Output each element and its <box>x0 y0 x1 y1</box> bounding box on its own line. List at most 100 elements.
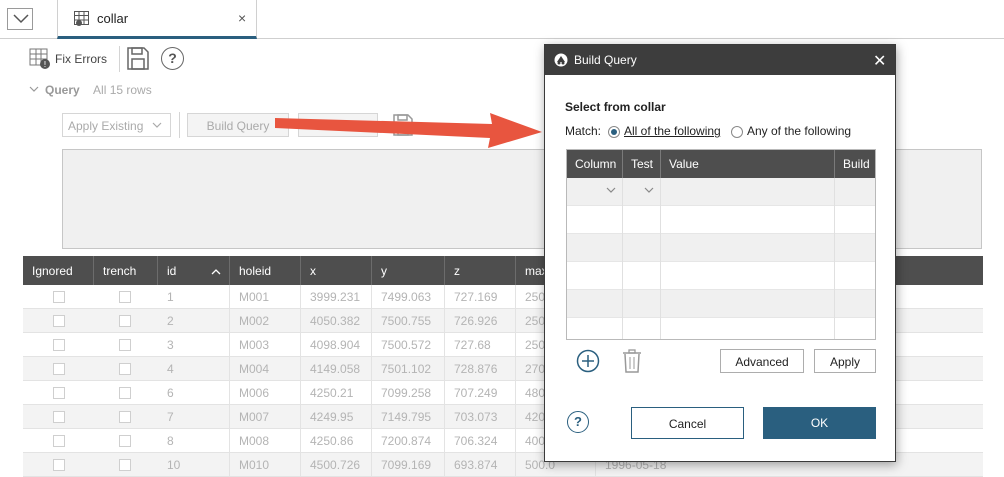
condition-row[interactable] <box>567 206 875 234</box>
test-cell[interactable] <box>623 234 661 262</box>
trench-checkbox[interactable] <box>119 387 131 399</box>
grid-column-header-column: Column <box>567 150 623 178</box>
column-select[interactable] <box>567 178 623 206</box>
build-cell[interactable] <box>835 234 875 262</box>
advanced-button[interactable]: Advanced <box>720 349 804 373</box>
match-all-label[interactable]: All of the following <box>624 124 721 138</box>
cell-id: 3 <box>158 333 230 357</box>
column-header-trench[interactable]: trench <box>94 256 158 285</box>
query-label: Query <box>45 83 80 97</box>
row-count: All 15 rows <box>93 83 152 97</box>
test-cell[interactable] <box>623 290 661 318</box>
trench-checkbox[interactable] <box>119 435 131 447</box>
column-header-holeid[interactable]: holeid <box>230 256 301 285</box>
build-cell[interactable] <box>835 206 875 234</box>
cell-y: 7501.102 <box>372 357 445 381</box>
condition-row[interactable] <box>567 318 875 339</box>
match-any-label[interactable]: Any of the following <box>747 124 851 138</box>
condition-row[interactable] <box>567 290 875 318</box>
cell-x: 3999.231 <box>301 285 372 309</box>
trench-checkbox[interactable] <box>119 459 131 471</box>
value-cell[interactable] <box>661 206 835 234</box>
close-tab-icon[interactable]: × <box>238 10 246 26</box>
add-condition-icon[interactable] <box>576 349 600 373</box>
match-any-radio[interactable] <box>731 126 743 138</box>
toolbar-divider <box>119 46 120 72</box>
column-header-ignored[interactable]: Ignored <box>23 256 94 285</box>
cell-x: 4050.382 <box>301 309 372 333</box>
cancel-button[interactable]: Cancel <box>631 407 744 439</box>
column-cell[interactable] <box>567 206 623 234</box>
cell-z: 728.876 <box>445 357 516 381</box>
column-header-z[interactable]: z <box>445 256 516 285</box>
tab-collar[interactable]: collar × <box>57 0 257 39</box>
column-header-y[interactable]: y <box>372 256 445 285</box>
trench-checkbox[interactable] <box>119 291 131 303</box>
save-icon[interactable] <box>126 46 150 71</box>
svg-text:!: ! <box>43 60 46 69</box>
cell-x: 4250.86 <box>301 429 372 453</box>
test-cell[interactable] <box>623 262 661 290</box>
column-cell[interactable] <box>567 318 623 339</box>
match-all-mnemonic: All of the following <box>624 124 721 138</box>
cell-y: 7099.258 <box>372 381 445 405</box>
condition-row[interactable] <box>567 262 875 290</box>
cell-holeid: M004 <box>230 357 301 381</box>
tab-list-dropdown[interactable] <box>7 8 33 30</box>
sort-ascending-icon <box>211 269 221 275</box>
cell-z: 703.073 <box>445 405 516 429</box>
test-select[interactable] <box>623 178 661 206</box>
condition-row[interactable] <box>567 234 875 262</box>
column-cell[interactable] <box>567 234 623 262</box>
cell-holeid: M007 <box>230 405 301 429</box>
value-cell[interactable] <box>661 318 835 339</box>
ignored-checkbox[interactable] <box>53 315 65 327</box>
build-cell[interactable] <box>835 318 875 339</box>
condition-row[interactable] <box>567 178 875 206</box>
column-header-x[interactable]: x <box>301 256 372 285</box>
value-input[interactable] <box>661 178 835 206</box>
close-icon[interactable]: ✕ <box>873 51 886 71</box>
column-cell[interactable] <box>567 290 623 318</box>
toolbar-divider <box>179 112 180 138</box>
value-cell[interactable] <box>661 234 835 262</box>
value-cell[interactable] <box>661 262 835 290</box>
apply-button[interactable]: Apply <box>814 349 876 373</box>
cell-id: 4 <box>158 357 230 381</box>
trench-checkbox[interactable] <box>119 339 131 351</box>
apply-existing-select[interactable]: Apply Existing <box>62 113 171 137</box>
ok-button[interactable]: OK <box>763 407 876 439</box>
cell-y: 7500.572 <box>372 333 445 357</box>
query-conditions-grid: Column Test Value Build <box>566 149 876 340</box>
annotation-arrow <box>275 113 542 148</box>
test-cell[interactable] <box>623 206 661 234</box>
build-cell[interactable] <box>835 262 875 290</box>
column-header-id[interactable]: id <box>158 256 230 285</box>
build-query-dialog: Build Query ✕ Select from collar Match: … <box>544 44 896 462</box>
test-cell[interactable] <box>623 318 661 339</box>
ignored-checkbox[interactable] <box>53 387 65 399</box>
help-icon[interactable]: ? <box>567 411 589 433</box>
help-icon[interactable]: ? <box>161 47 184 70</box>
ignored-checkbox[interactable] <box>53 291 65 303</box>
trench-checkbox[interactable] <box>119 315 131 327</box>
cell-id: 8 <box>158 429 230 453</box>
build-cell[interactable] <box>835 178 875 206</box>
app-logo-icon <box>554 53 568 67</box>
ignored-checkbox[interactable] <box>53 339 65 351</box>
dialog-title-bar[interactable]: Build Query ✕ <box>545 45 895 75</box>
dialog-title: Build Query <box>574 53 637 67</box>
trash-icon[interactable] <box>622 349 642 373</box>
value-cell[interactable] <box>661 290 835 318</box>
ignored-checkbox[interactable] <box>53 411 65 423</box>
trench-checkbox[interactable] <box>119 411 131 423</box>
ignored-checkbox[interactable] <box>53 435 65 447</box>
trench-checkbox[interactable] <box>119 363 131 375</box>
cell-y: 7500.755 <box>372 309 445 333</box>
column-cell[interactable] <box>567 262 623 290</box>
build-cell[interactable] <box>835 290 875 318</box>
match-all-radio[interactable] <box>608 126 620 138</box>
ignored-checkbox[interactable] <box>53 459 65 471</box>
ignored-checkbox[interactable] <box>53 363 65 375</box>
query-section-header[interactable]: Query All 15 rows <box>29 83 152 97</box>
